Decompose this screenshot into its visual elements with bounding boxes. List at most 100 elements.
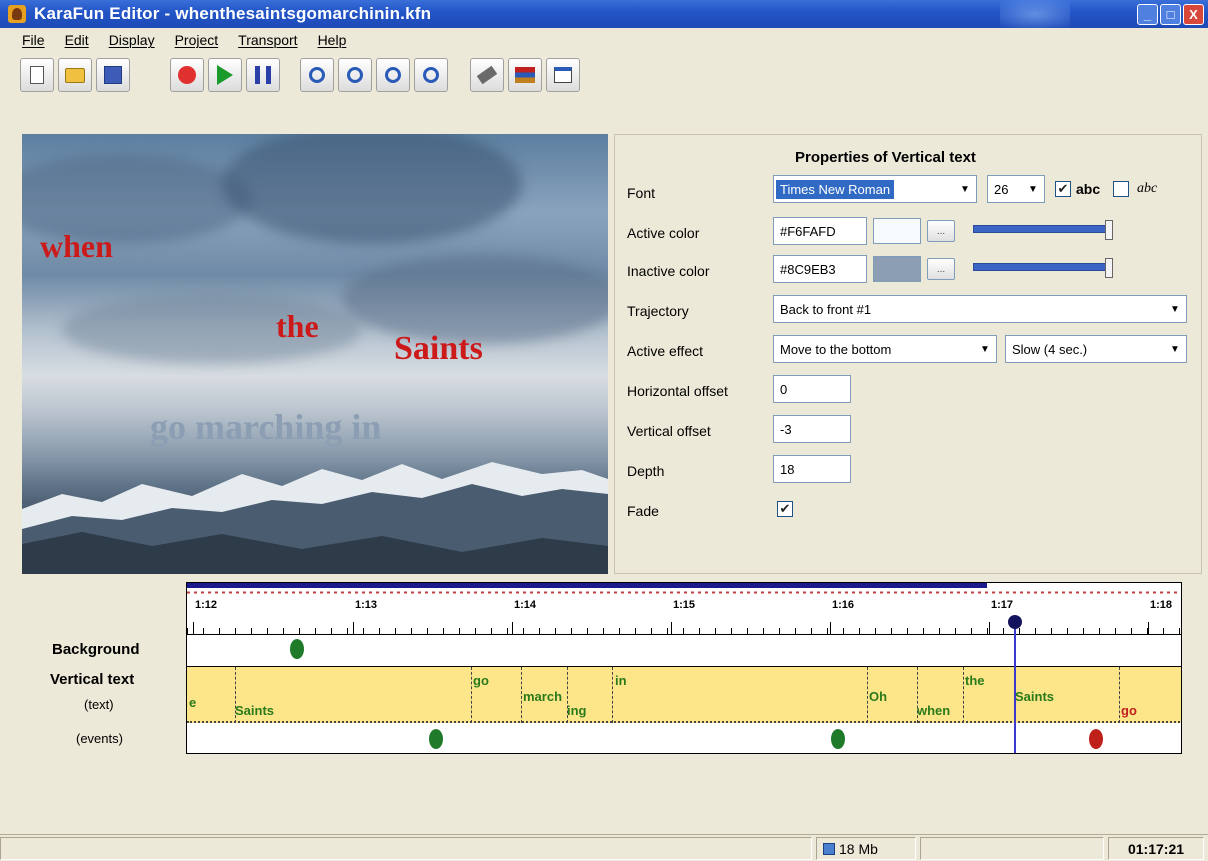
timeline-word[interactable]: ing [567,703,587,718]
pause-button[interactable] [246,58,280,92]
close-button[interactable]: X [1183,4,1204,25]
playhead-line[interactable] [1014,621,1016,753]
horizontal-offset-input[interactable]: 0 [773,375,851,403]
trajectory-select[interactable]: Back to front #1 ▼ [773,295,1187,323]
playhead-handle[interactable] [1008,615,1022,629]
record-button[interactable] [170,58,204,92]
menu-edit[interactable]: Edit [65,32,89,48]
save-button[interactable] [96,58,130,92]
events-track[interactable] [187,723,1181,753]
syllable-separator[interactable] [612,667,613,723]
active-color-input[interactable]: #F6FAFD [773,217,867,245]
open-button[interactable] [58,58,92,92]
background-row-label: Background [52,641,140,658]
font-select[interactable]: Times New Roman ▼ [773,175,977,203]
preview-word-go-marching-in: go marching in [150,407,382,447]
memory-icon [823,842,835,855]
zoom-out-button[interactable] [338,58,372,92]
active-color-swatch[interactable] [873,218,921,244]
mountain-range [22,462,608,574]
bold-checkbox[interactable]: ✔ [1055,181,1071,197]
italic-checkbox[interactable] [1113,181,1129,197]
menu-project[interactable]: Project [175,32,219,48]
active-color-opacity-slider[interactable] [973,220,1113,242]
italic-style-label: abc [1137,181,1158,196]
depth-input[interactable]: 18 [773,455,851,483]
inactive-color-value: #8C9EB3 [780,261,836,277]
menu-transport[interactable]: Transport [238,32,297,48]
active-effect-speed-select[interactable]: Slow (4 sec.) ▼ [1005,335,1187,363]
library-button[interactable] [508,58,542,92]
menu-file[interactable]: File [22,32,45,48]
font-size-select[interactable]: 26 ▼ [987,175,1045,203]
window-title: KaraFun Editor - whenthesaintsgomarchini… [34,4,432,23]
minimize-button[interactable]: _ [1137,4,1158,25]
memory-value: 18 Mb [839,840,878,857]
inactive-color-swatch[interactable] [873,256,921,282]
properties-button[interactable] [546,58,580,92]
active-effect-label: Active effect [627,343,704,359]
zoom-fit-button[interactable] [376,58,410,92]
timeline-word[interactable]: Saints [235,703,274,718]
depth-value: 18 [780,461,795,477]
new-document-button[interactable] [20,58,54,92]
syllable-separator[interactable] [521,667,522,723]
zoom-reset-button[interactable] [414,58,448,92]
timeline-word[interactable]: march [523,689,562,704]
title-bar: KaraFun Editor - whenthesaintsgomarchini… [0,0,1208,28]
timeline-word[interactable]: the [965,673,985,688]
timeline-word[interactable]: Saints [1015,689,1054,704]
background-track[interactable] [187,635,1181,667]
tools-icon [476,65,498,85]
event-marker[interactable] [1089,729,1103,749]
open-folder-icon [65,67,85,83]
background-event-marker[interactable] [290,639,304,659]
event-marker[interactable] [429,729,443,749]
tick-label: 1:14 [514,599,537,611]
new-document-icon [30,66,44,84]
inactive-color-opacity-slider[interactable] [973,258,1113,280]
horizontal-offset-label: Horizontal offset [627,383,728,399]
timeline-beat-marks [187,591,1181,594]
video-preview[interactable]: when the Saints go marching in [22,134,608,574]
timeline-word[interactable]: go [473,673,489,688]
timeline-word[interactable]: in [615,673,627,688]
status-cell-blank [920,837,1104,860]
horizontal-offset-value: 0 [780,381,788,397]
timeline[interactable]: 1:12 1:13 1:14 1:15 1:16 1:17 1:18 e Sai… [186,582,1182,754]
vertical-text-track[interactable]: e Saints go march ing in Oh when the Sai… [187,667,1181,723]
inactive-color-input[interactable]: #8C9EB3 [773,255,867,283]
maximize-button[interactable]: □ [1160,4,1181,25]
chevron-down-icon: ▼ [974,336,996,362]
syllable-separator[interactable] [1119,667,1120,723]
vertical-offset-input[interactable]: -3 [773,415,851,443]
syllable-separator[interactable] [471,667,472,723]
syllable-separator[interactable] [867,667,868,723]
syllable-separator[interactable] [963,667,964,723]
timeline-word[interactable]: when [917,703,950,718]
tools-button[interactable] [470,58,504,92]
font-select-value: Times New Roman [776,179,895,199]
tick-minor-marks [187,628,1181,634]
menu-help[interactable]: Help [318,32,347,48]
inactive-color-picker-button[interactable]: ... [927,258,955,280]
timeline-word[interactable]: e [189,695,196,710]
play-button[interactable] [208,58,242,92]
menu-display[interactable]: Display [109,32,155,48]
tick-label: 1:17 [991,599,1014,611]
event-marker[interactable] [831,729,845,749]
timeline-word[interactable]: Oh [869,689,887,704]
slider-thumb[interactable] [1105,258,1113,278]
cloud-shape [222,134,522,244]
active-color-picker-button[interactable]: ... [927,220,955,242]
timeline-word[interactable]: go [1121,703,1137,718]
preview-word-the: the [276,308,319,344]
active-effect-select[interactable]: Move to the bottom ▼ [773,335,997,363]
zoom-in-button[interactable] [300,58,334,92]
preview-word-when: when [40,228,113,264]
properties-title: Properties of Vertical text [795,149,976,166]
slider-thumb[interactable] [1105,220,1113,240]
slider-track [973,263,1107,271]
status-bar: 18 Mb 01:17:21 [0,834,1208,861]
fade-checkbox[interactable]: ✔ [777,501,793,517]
